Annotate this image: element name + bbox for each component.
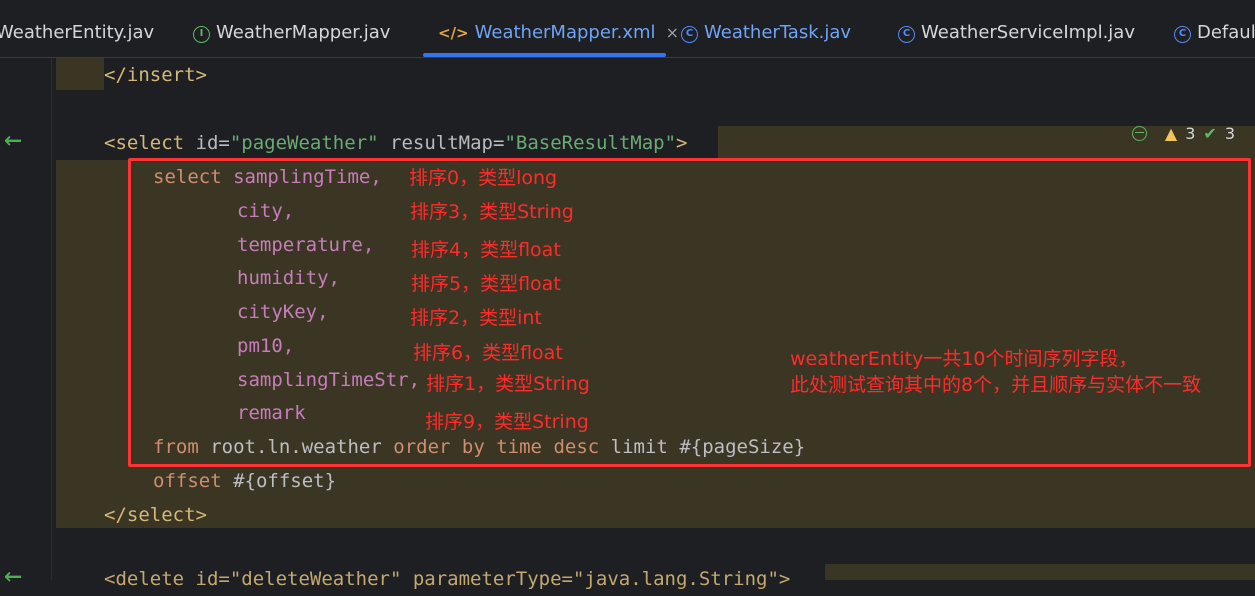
annotation-note: 排序0，类型long	[409, 167, 558, 189]
tab-default[interactable]: C Defaul	[1174, 18, 1255, 48]
code-line: <select id="pageWeather" resultMap="Base…	[104, 132, 688, 154]
interface-icon: I	[193, 26, 210, 43]
editor-gutter: ← ←	[0, 58, 52, 593]
tab-weather-task[interactable]: C WeatherTask.jav	[681, 18, 851, 48]
annotation-note: 排序6，类型float	[413, 342, 563, 364]
code-line: <delete id="deleteWeather" parameterType…	[104, 562, 790, 596]
sql-keyword: offset	[153, 470, 222, 492]
tab-label: Defaul	[1197, 22, 1255, 43]
tab-weather-mapper-java[interactable]: I WeatherMapper.jav	[193, 18, 390, 48]
annotation-note: 排序9，类型String	[425, 411, 589, 433]
line-highlight	[56, 58, 104, 90]
code-line: </select>	[104, 498, 207, 532]
annotation-box	[128, 158, 1251, 467]
warning-icon: ▲	[1164, 123, 1178, 143]
navigate-arrow-icon[interactable]: ←	[4, 558, 22, 593]
xml-tag: </select>	[104, 504, 207, 526]
annotation-summary-line1: weatherEntity一共10个时间序列字段，	[790, 348, 1138, 370]
tab-label: WeatherMapper.jav	[216, 22, 391, 43]
navigate-arrow-icon[interactable]: ←	[4, 122, 22, 157]
tab-label: WeatherEntity.jav	[0, 22, 155, 43]
xml-value: "BaseResultMap"	[504, 132, 677, 154]
annotation-note: 排序2，类型int	[410, 307, 542, 329]
xml-tag: >	[676, 132, 688, 154]
editor-tab-bar: WeatherEntity.jav I WeatherMapper.jav </>…	[0, 0, 1255, 58]
tab-label: WeatherTask.jav	[704, 22, 852, 43]
tab-weather-entity[interactable]: WeatherEntity.jav	[0, 18, 154, 48]
annotation-summary-line2: 此处测试查询其中的8个，并且顺序与实体不一致	[790, 374, 1202, 396]
sql-param: #{offset}	[233, 470, 337, 492]
tab-weather-mapper-xml[interactable]: </> WeatherMapper.xml ×	[438, 18, 679, 48]
close-icon[interactable]: ×	[666, 23, 679, 42]
code-line: offset #{offset}	[153, 464, 336, 498]
xml-value: "pageWeather"	[229, 132, 379, 154]
xml-tag: </insert>	[104, 64, 207, 86]
class-icon: C	[681, 26, 698, 43]
tab-label: WeatherServiceImpl.jav	[921, 22, 1135, 43]
annotation-note: 排序5，类型float	[411, 273, 561, 295]
code-editor[interactable]: ← ← ▲ 3 ✔ 3 </insert> <select id="pageWe…	[0, 58, 1255, 593]
inspection-widget[interactable]: ▲ 3 ✔ 3	[1131, 122, 1235, 144]
warning-count: 3	[1185, 123, 1196, 143]
code-line: </insert>	[104, 58, 207, 92]
tab-label: WeatherMapper.xml	[474, 22, 656, 43]
check-count: 3	[1224, 123, 1235, 143]
xml-tag: <delete id="deleteWeather" parameterType…	[104, 568, 791, 590]
class-icon: C	[898, 26, 915, 43]
xml-tag: <select	[104, 132, 196, 154]
annotation-note: 排序1，类型String	[426, 373, 590, 395]
annotation-note: 排序4，类型float	[411, 239, 561, 261]
line-highlight	[56, 494, 104, 528]
check-icon: ✔	[1203, 123, 1217, 143]
line-highlight	[825, 564, 1255, 580]
xml-file-icon: </>	[438, 24, 469, 42]
active-tab-indicator	[423, 53, 666, 57]
xml-attr: id	[195, 132, 219, 154]
ai-assistant-icon[interactable]	[1131, 125, 1147, 141]
tab-weather-service-impl[interactable]: C WeatherServiceImpl.jav	[898, 18, 1135, 48]
class-icon: C	[1174, 26, 1191, 43]
annotation-note: 排序3，类型String	[410, 201, 574, 223]
xml-attr: resultMap	[390, 132, 493, 154]
